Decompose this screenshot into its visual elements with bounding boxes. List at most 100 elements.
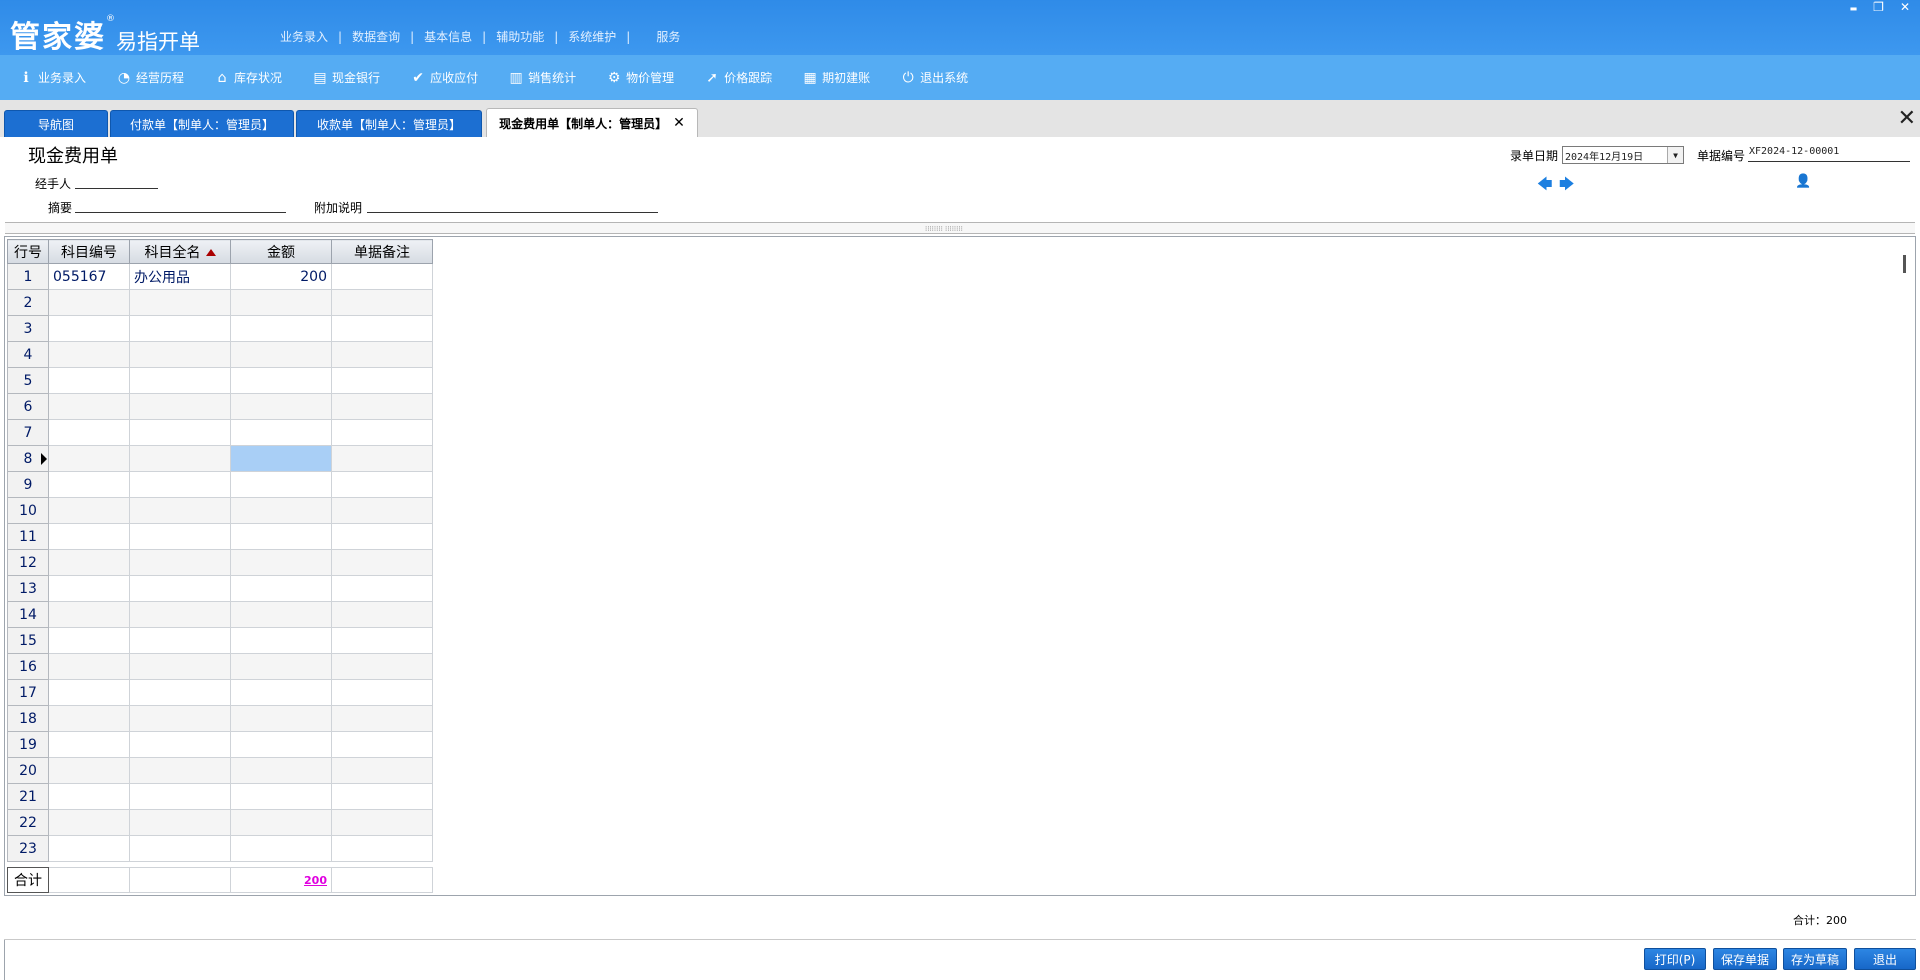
table-row[interactable]: 17 <box>7 679 433 706</box>
account-name-cell[interactable] <box>129 471 231 498</box>
table-row[interactable]: 23 <box>7 835 433 862</box>
remark-cell[interactable] <box>331 445 433 472</box>
account-code-cell[interactable] <box>48 549 130 576</box>
table-row[interactable]: 3 <box>7 315 433 342</box>
account-name-cell[interactable] <box>129 497 231 524</box>
column-header-amount[interactable]: 金额 <box>230 239 332 264</box>
amount-cell[interactable] <box>230 757 332 784</box>
amount-cell[interactable] <box>230 367 332 394</box>
remark-cell[interactable] <box>331 575 433 602</box>
tab-navigation-map[interactable]: 导航图 <box>4 110 108 137</box>
account-code-cell[interactable] <box>48 627 130 654</box>
account-name-cell[interactable] <box>129 575 231 602</box>
account-code-cell[interactable] <box>48 575 130 602</box>
account-name-cell[interactable] <box>129 315 231 342</box>
vertical-scrollbar[interactable] <box>1903 255 1906 273</box>
table-row[interactable]: 14 <box>7 601 433 628</box>
amount-cell[interactable] <box>230 809 332 836</box>
account-code-cell[interactable] <box>48 757 130 784</box>
account-name-cell[interactable] <box>129 783 231 810</box>
restore-icon[interactable]: ❐ <box>1873 0 1884 14</box>
remark-cell[interactable] <box>331 835 433 862</box>
toolbar-price-tracking[interactable]: ➚ 价格跟踪 <box>704 69 772 86</box>
arrow-left-icon[interactable]: 🡄 <box>1537 174 1553 199</box>
account-name-cell[interactable] <box>129 341 231 368</box>
chevron-down-icon[interactable]: ▼ <box>1667 147 1683 163</box>
amount-cell[interactable] <box>230 731 332 758</box>
column-header-row-no[interactable]: 行号 <box>7 239 49 264</box>
remark-cell[interactable] <box>331 705 433 732</box>
remark-cell[interactable] <box>331 341 433 368</box>
toolbar-cash-bank[interactable]: ▤ 现金银行 <box>312 69 380 86</box>
account-code-cell[interactable] <box>48 731 130 758</box>
table-row[interactable]: 16 <box>7 653 433 680</box>
table-row[interactable]: 20 <box>7 757 433 784</box>
account-name-cell[interactable] <box>129 445 231 472</box>
amount-cell[interactable] <box>230 575 332 602</box>
table-row[interactable]: 6 <box>7 393 433 420</box>
extra-note-field[interactable] <box>367 199 658 213</box>
remark-cell[interactable] <box>331 627 433 654</box>
toolbar-opening-setup[interactable]: ▦ 期初建账 <box>802 69 871 86</box>
amount-cell[interactable] <box>230 835 332 862</box>
account-name-cell[interactable] <box>129 289 231 316</box>
account-name-cell[interactable] <box>129 835 231 862</box>
tab-payment-voucher[interactable]: 付款单【制单人：管理员】 <box>110 110 294 137</box>
account-name-cell[interactable] <box>129 679 231 706</box>
remark-cell[interactable] <box>331 367 433 394</box>
toolbar-receivables-payables[interactable]: ✔ 应收应付 <box>410 69 478 86</box>
amount-cell[interactable] <box>230 341 332 368</box>
remark-cell[interactable] <box>331 393 433 420</box>
remark-cell[interactable] <box>331 523 433 550</box>
account-name-cell[interactable] <box>129 731 231 758</box>
account-code-cell[interactable] <box>48 653 130 680</box>
table-row[interactable]: 5 <box>7 367 433 394</box>
column-header-remark[interactable]: 单据备注 <box>331 239 433 264</box>
account-name-cell[interactable] <box>129 601 231 628</box>
account-code-cell[interactable] <box>48 601 130 628</box>
user-icon[interactable]: 👤 <box>1795 174 1811 189</box>
handler-field[interactable] <box>75 175 158 189</box>
top-menu-system-maintenance[interactable]: 系统维护 <box>558 28 626 45</box>
top-menu-business-entry[interactable]: 业务录入 <box>270 28 338 45</box>
amount-cell[interactable] <box>230 471 332 498</box>
table-row[interactable]: 12 <box>7 549 433 576</box>
account-code-cell[interactable] <box>48 445 130 472</box>
save-document-button[interactable]: 保存单据 <box>1713 948 1777 970</box>
tab-cash-expense[interactable]: 现金费用单【制单人：管理员】 ✕ <box>486 108 698 137</box>
table-row[interactable]: 7 <box>7 419 433 446</box>
account-code-cell[interactable] <box>48 809 130 836</box>
tab-receipt-voucher[interactable]: 收款单【制单人：管理员】 <box>296 110 482 137</box>
toolbar-exit-system[interactable]: ⏻ 退出系统 <box>900 69 969 86</box>
account-name-cell[interactable] <box>129 627 231 654</box>
account-name-cell[interactable] <box>129 757 231 784</box>
account-code-cell[interactable] <box>48 315 130 342</box>
amount-cell[interactable]: 200 <box>230 263 332 290</box>
arrow-right-icon[interactable]: 🡆 <box>1559 174 1575 199</box>
close-icon[interactable]: ✕ <box>1900 0 1910 14</box>
remark-cell[interactable] <box>331 497 433 524</box>
table-row[interactable]: 2 <box>7 289 433 316</box>
account-name-cell[interactable] <box>129 367 231 394</box>
table-row[interactable]: 19 <box>7 731 433 758</box>
toolbar-price-management[interactable]: ⚙ 物价管理 <box>606 69 674 86</box>
account-code-cell[interactable] <box>48 523 130 550</box>
amount-cell[interactable] <box>230 393 332 420</box>
remark-cell[interactable] <box>331 289 433 316</box>
minimize-icon[interactable]: ▬ <box>1850 4 1858 14</box>
column-header-account-name[interactable]: 科目全名 <box>129 239 231 264</box>
account-name-cell[interactable] <box>129 809 231 836</box>
date-picker[interactable]: 2024年12月19日 ▼ <box>1562 146 1684 164</box>
amount-cell[interactable] <box>230 523 332 550</box>
account-code-cell[interactable] <box>48 471 130 498</box>
account-name-cell[interactable] <box>129 419 231 446</box>
table-row[interactable]: 21 <box>7 783 433 810</box>
account-code-cell[interactable] <box>48 783 130 810</box>
account-code-cell[interactable] <box>48 679 130 706</box>
close-icon[interactable]: ✕ <box>673 115 685 131</box>
remark-cell[interactable] <box>331 263 433 290</box>
table-row[interactable]: 10 <box>7 497 433 524</box>
account-code-cell[interactable] <box>48 705 130 732</box>
remark-cell[interactable] <box>331 653 433 680</box>
account-name-cell[interactable] <box>129 653 231 680</box>
